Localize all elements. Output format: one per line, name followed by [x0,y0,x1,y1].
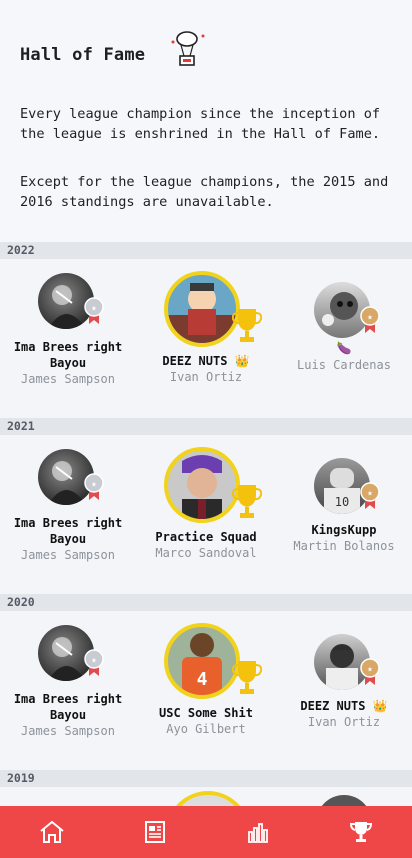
team-name: Ima Brees right Bayou [13,340,123,370]
svg-text:★: ★ [91,656,97,666]
tab-news[interactable] [125,806,185,858]
owner-name: Ayo Gilbert [166,722,246,736]
hall-of-fame-screen: Hall of Fame Every league champion since… [0,0,412,827]
tab-home[interactable] [22,806,82,858]
svg-text:10: 10 [335,495,349,509]
avatar: 4 [164,623,240,699]
page-title: Hall of Fame [20,45,146,65]
third-place[interactable]: ★ DEEZ NUTS 👑 Ivan Ortiz [274,634,412,730]
svg-text:4: 4 [197,669,208,690]
first-place[interactable]: Practice Squad Marco Sandoval [136,447,276,561]
silver-medal-icon: ★ [84,297,104,329]
standings-icon [247,823,268,843]
bottom-tab-bar [0,806,412,858]
crown-icon: 👑 [234,354,250,368]
tab-standings[interactable] [228,806,288,858]
avatar [164,447,240,523]
gold-trophy-icon [231,657,263,701]
svg-text:★: ★ [367,665,373,675]
avatar [164,271,240,347]
svg-text:★: ★ [367,313,373,323]
silver-medal-icon: ★ [84,473,104,505]
team-name: Practice Squad [155,530,257,544]
owner-name: Martin Bolanos [293,539,395,553]
third-place[interactable]: 10 ★ KingsKupp Martin Bolanos [274,458,412,554]
year-header-2020: 2020 [0,594,412,611]
svg-text:★: ★ [91,304,97,314]
podium-2021: ★ Ima Brees right Bayou James Sampson Pr… [0,435,412,594]
first-place[interactable]: DEEZ NUTS 👑 Ivan Ortiz [136,271,276,385]
intro-paragraph: Every league champion since the inceptio… [20,106,381,142]
podium-2022: ★ Ima Brees right Bayou James Sampson DE… [0,259,412,418]
bronze-medal-icon: ★ [360,482,380,514]
year-header-2021: 2021 [0,418,412,435]
bronze-medal-icon: ★ [360,306,380,338]
tab-hall-of-fame[interactable] [331,806,391,858]
second-place[interactable]: ★ Ima Brees right Bayou James Sampson [0,273,138,387]
team-name: 🍆 [274,340,412,356]
silver-medal-icon: ★ [84,649,104,681]
owner-name: Ivan Ortiz [307,715,381,729]
news-icon [144,821,165,843]
team-name: Ima Brees right Bayou [13,516,123,546]
first-place[interactable]: 4 USC Some Shit Ayo Gilbert [136,623,276,737]
team-name: KingsKupp [311,523,377,537]
svg-text:★: ★ [91,480,97,490]
gold-trophy-icon [231,305,263,349]
home-icon [39,820,64,843]
crown-icon: 👑 [372,699,388,713]
intro-section: Hall of Fame Every league champion since… [0,0,412,242]
standings-note: Except for the league champions, the 201… [20,174,389,210]
owner-name: James Sampson [21,724,115,738]
team-name: DEEZ NUTS 👑 [300,699,388,713]
svg-text:★: ★ [367,489,373,499]
team-name: DEEZ NUTS 👑 [162,354,250,368]
second-place[interactable]: ★ Ima Brees right Bayou James Sampson [0,449,138,563]
second-place[interactable]: ★ Ima Brees right Bayou James Sampson [0,625,138,739]
podium-2020: ★ Ima Brees right Bayou James Sampson 4 … [0,611,412,770]
owner-name: James Sampson [21,372,115,386]
owner-name: Ivan Ortiz [169,370,243,384]
bronze-medal-icon: ★ [360,658,380,690]
owner-name: Marco Sandoval [155,546,257,560]
trophy-icon [349,822,372,842]
owner-name: James Sampson [21,548,115,562]
gold-trophy-icon [231,481,263,525]
third-place[interactable]: ★ 🍆 Luis Cardenas [274,282,412,373]
trophy-balloon-icon [167,30,207,74]
eggplant-icon: 🍆 [336,341,352,355]
owner-name: Luis Cardenas [297,358,391,372]
team-name: Ima Brees right Bayou [13,692,123,722]
team-name: USC Some Shit [159,706,253,720]
year-header-2022: 2022 [0,242,412,259]
year-header-2019: 2019 [0,770,412,787]
